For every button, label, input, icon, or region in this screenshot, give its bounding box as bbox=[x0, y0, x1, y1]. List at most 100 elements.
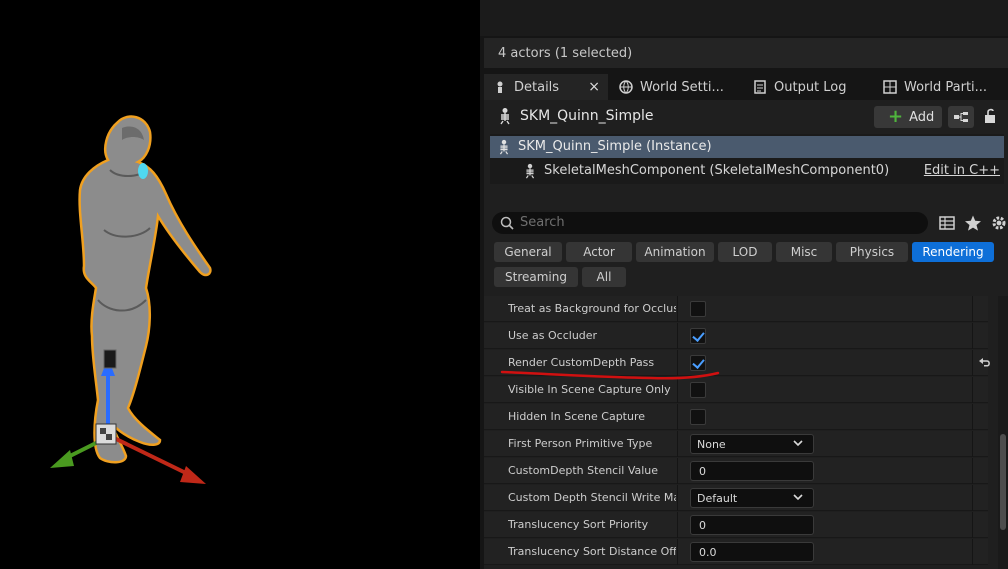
customdepth-stencil-value-field[interactable]: 0 bbox=[690, 461, 814, 481]
component-root-label: SKM_Quinn_Simple (Instance) bbox=[518, 139, 712, 154]
render-customdepth-pass-checkbox[interactable] bbox=[690, 355, 706, 371]
dropdown-value: Default bbox=[697, 492, 738, 505]
scrollbar-thumb[interactable] bbox=[1000, 434, 1006, 530]
property-row: First Person Primitive Type None bbox=[484, 431, 988, 457]
column-divider[interactable] bbox=[677, 431, 678, 457]
component-row-child[interactable]: SkeletalMeshComponent (SkeletalMeshCompo… bbox=[490, 160, 1004, 182]
column-divider bbox=[972, 377, 973, 403]
reset-to-default-icon[interactable] bbox=[978, 355, 992, 374]
property-label: Treat as Background for Occlus... bbox=[508, 302, 676, 315]
add-component-button[interactable]: + Add bbox=[874, 106, 942, 128]
tab-world-partition-label: World Parti... bbox=[904, 79, 988, 95]
treat-as-background-checkbox[interactable] bbox=[690, 301, 706, 317]
property-row: Render CustomDepth Pass bbox=[484, 350, 990, 376]
panel-tabbar: Details × World Setti... Output Log Worl… bbox=[480, 72, 1008, 100]
property-row: Translucency Sort Priority 0 bbox=[484, 512, 988, 538]
tab-output-log[interactable]: Output Log bbox=[752, 74, 872, 100]
tab-details[interactable]: Details × bbox=[484, 74, 608, 100]
property-label: Translucency Sort Distance Off... bbox=[508, 545, 676, 558]
blueprint-button[interactable] bbox=[948, 106, 974, 128]
visible-in-scene-capture-only-checkbox[interactable] bbox=[690, 382, 706, 398]
category-physics-button[interactable]: Physics bbox=[836, 242, 908, 262]
chevron-down-icon bbox=[793, 438, 803, 451]
hidden-in-scene-capture-checkbox[interactable] bbox=[690, 409, 706, 425]
skeletal-mesh-icon bbox=[522, 163, 538, 183]
column-divider[interactable] bbox=[677, 350, 678, 376]
property-list: Treat as Background for Occlus... Use as… bbox=[484, 296, 990, 569]
column-divider bbox=[972, 404, 973, 430]
property-row: Treat as Background for Occlus... bbox=[484, 296, 988, 322]
details-icon bbox=[492, 79, 508, 95]
details-scrollbar[interactable] bbox=[998, 296, 1008, 569]
tab-world-partition[interactable]: World Parti... bbox=[882, 74, 1008, 100]
category-rendering-button[interactable]: Rendering bbox=[912, 242, 994, 262]
level-viewport[interactable] bbox=[0, 0, 480, 569]
column-divider bbox=[972, 296, 973, 322]
property-row: CustomDepth Stencil Value 0 bbox=[484, 458, 988, 484]
gear-icon[interactable] bbox=[990, 214, 1008, 232]
first-person-primitive-type-dropdown[interactable]: None bbox=[690, 434, 814, 454]
right-panel: 4 actors (1 selected) Details × World Se… bbox=[480, 0, 1008, 569]
search-input[interactable]: Search bbox=[492, 212, 928, 234]
skeleton-icon bbox=[496, 139, 512, 159]
category-all-button[interactable]: All bbox=[582, 267, 626, 287]
search-icon bbox=[500, 216, 514, 234]
column-divider bbox=[972, 458, 973, 484]
star-icon[interactable] bbox=[964, 214, 982, 232]
custom-depth-stencil-write-mask-dropdown[interactable]: Default bbox=[690, 488, 814, 508]
blueprint-icon bbox=[953, 108, 969, 127]
edit-in-cpp-link[interactable]: Edit in C++ bbox=[924, 163, 1000, 178]
category-misc-button[interactable]: Misc bbox=[776, 242, 832, 262]
column-divider[interactable] bbox=[677, 458, 678, 484]
property-label: CustomDepth Stencil Value bbox=[508, 464, 659, 477]
column-divider bbox=[972, 485, 973, 511]
outliner-list-area[interactable] bbox=[480, 0, 1008, 36]
details-header: SKM_Quinn_Simple + Add bbox=[484, 100, 1008, 132]
output-log-icon bbox=[752, 79, 768, 95]
tab-output-log-label: Output Log bbox=[774, 79, 847, 95]
translucency-sort-distance-offset-field[interactable]: 0.0 bbox=[690, 542, 814, 562]
property-label: Visible In Scene Capture Only bbox=[508, 383, 671, 396]
component-tree: SKM_Quinn_Simple (Instance) SkeletalMesh… bbox=[490, 134, 1004, 184]
tab-world-settings[interactable]: World Setti... bbox=[618, 74, 738, 100]
component-child-label: SkeletalMeshComponent (SkeletalMeshCompo… bbox=[544, 163, 890, 178]
component-row-root[interactable]: SKM_Quinn_Simple (Instance) bbox=[490, 136, 1004, 158]
category-lod-button[interactable]: LOD bbox=[718, 242, 772, 262]
actor-name: SKM_Quinn_Simple bbox=[520, 108, 654, 124]
column-divider bbox=[972, 350, 973, 376]
column-divider[interactable] bbox=[677, 485, 678, 511]
character-mesh[interactable] bbox=[78, 115, 212, 464]
use-as-occluder-checkbox[interactable] bbox=[690, 328, 706, 344]
property-label: Translucency Sort Priority bbox=[508, 518, 649, 531]
property-label: Render CustomDepth Pass bbox=[508, 356, 655, 369]
column-divider[interactable] bbox=[677, 539, 678, 565]
lock-icon[interactable] bbox=[982, 107, 1000, 125]
translucency-sort-priority-field[interactable]: 0 bbox=[690, 515, 814, 535]
property-row: Visible In Scene Capture Only bbox=[484, 377, 988, 403]
world-partition-icon bbox=[882, 79, 898, 95]
category-animation-button[interactable]: Animation bbox=[636, 242, 714, 262]
column-divider[interactable] bbox=[677, 377, 678, 403]
property-label: Hidden In Scene Capture bbox=[508, 410, 646, 423]
property-label: Custom Depth Stencil Write Mask bbox=[508, 491, 676, 504]
column-divider bbox=[972, 512, 973, 538]
property-row: Use as Occluder bbox=[484, 323, 988, 349]
property-label: First Person Primitive Type bbox=[508, 437, 653, 450]
column-divider[interactable] bbox=[677, 296, 678, 322]
property-row: Translucency Sort Distance Off... 0.0 bbox=[484, 539, 988, 565]
close-icon[interactable]: × bbox=[588, 79, 600, 95]
category-actor-button[interactable]: Actor bbox=[566, 242, 632, 262]
plus-icon: + bbox=[888, 106, 904, 127]
table-view-icon[interactable] bbox=[938, 214, 956, 232]
chevron-down-icon bbox=[793, 492, 803, 505]
property-row: Hidden In Scene Capture bbox=[484, 404, 988, 430]
column-divider[interactable] bbox=[677, 323, 678, 349]
column-divider[interactable] bbox=[677, 512, 678, 538]
tab-world-settings-label: World Setti... bbox=[640, 79, 724, 95]
column-divider[interactable] bbox=[677, 404, 678, 430]
globe-icon bbox=[618, 79, 634, 95]
skeleton-icon bbox=[496, 107, 514, 125]
tab-details-label: Details bbox=[514, 79, 560, 95]
category-general-button[interactable]: General bbox=[494, 242, 562, 262]
category-streaming-button[interactable]: Streaming bbox=[494, 267, 578, 287]
